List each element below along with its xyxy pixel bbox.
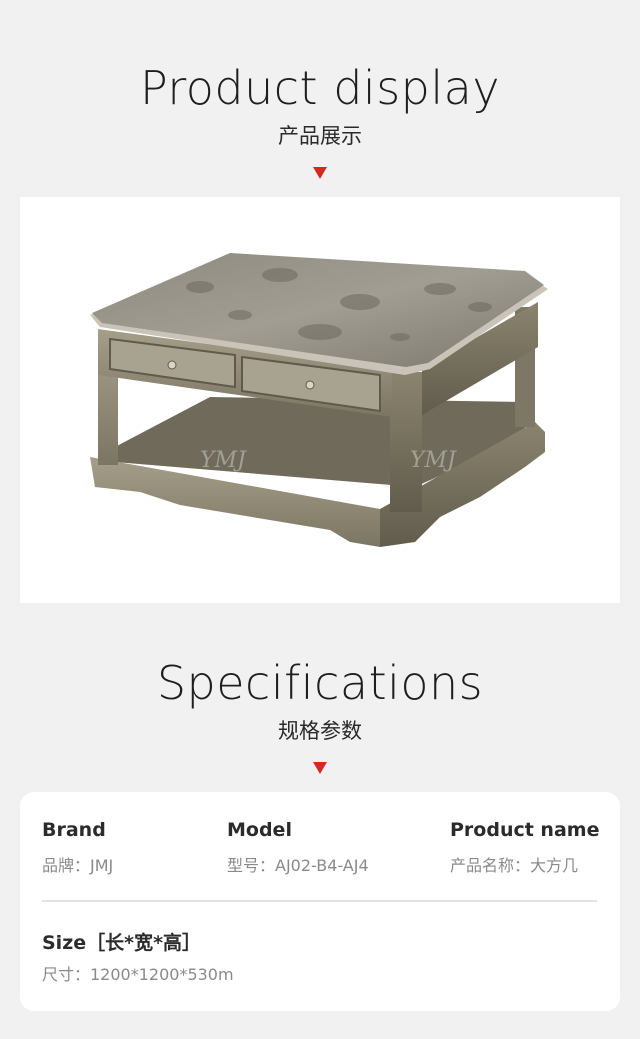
- drawer-knob-right: [305, 380, 315, 390]
- size-label: Size［长*宽*高］: [42, 932, 202, 954]
- down-triangle-icon: [313, 762, 327, 774]
- spec-divider: [42, 900, 597, 902]
- watermark-text: YMJ: [200, 448, 247, 473]
- specifications-title: Specifications: [156, 656, 484, 710]
- watermark-text-2: YMJ: [410, 448, 457, 473]
- model-label: Model: [227, 819, 292, 841]
- model-value: 型号：AJ02-B4-AJ4: [227, 856, 369, 875]
- coffee-table-illustration: YMJ YMJ: [90, 253, 548, 547]
- product-name-value: 产品名称：大方几: [450, 856, 579, 875]
- front-corner-leg: [390, 372, 422, 512]
- product-display-title: Product display: [139, 61, 501, 115]
- down-triangle-icon: [313, 167, 327, 179]
- brand-label: Brand: [42, 819, 106, 841]
- size-value: 尺寸：1200*1200*530m: [42, 965, 234, 984]
- product-display-subtitle: 产品展示: [278, 124, 362, 148]
- specifications-subtitle: 规格参数: [278, 719, 362, 743]
- specifications-card: Brand 品牌：JMJ Model 型号：AJ02-B4-AJ4 Produc…: [20, 792, 620, 1011]
- product-photo: YMJ YMJ: [20, 197, 620, 603]
- product-name-label: Product name: [450, 819, 600, 841]
- drawer-knob-left: [167, 360, 177, 370]
- brand-value: 品牌：JMJ: [42, 856, 114, 875]
